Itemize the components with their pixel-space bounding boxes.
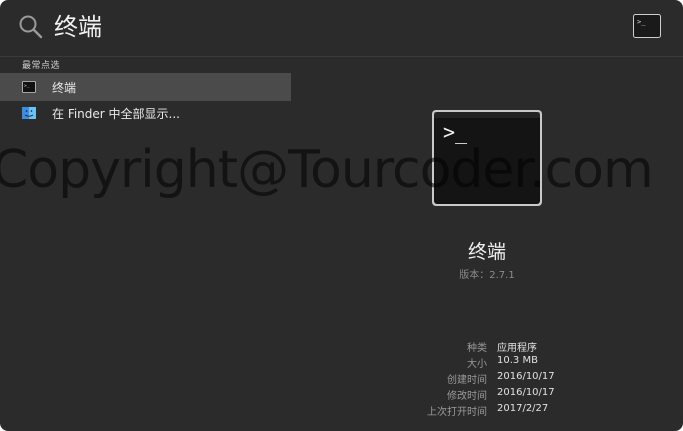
- result-label: 终端: [52, 80, 77, 95]
- terminal-icon: >_: [22, 81, 36, 93]
- app-name: 终端: [467, 241, 506, 263]
- meta-row-kind: 种类 应用程序: [291, 339, 683, 355]
- result-label: 在 Finder 中全部显示...: [52, 106, 180, 121]
- app-version: 版本：2.7.1: [459, 270, 515, 281]
- meta-key: 种类: [467, 343, 487, 354]
- meta-key: 修改时间: [447, 391, 487, 402]
- meta-value: 2016/10/17: [497, 371, 555, 382]
- meta-key: 创建时间: [447, 375, 487, 386]
- svg-text:>_: >_: [637, 18, 646, 26]
- finder-icon: [22, 107, 36, 119]
- result-item-terminal[interactable]: >_ 终端: [0, 73, 291, 101]
- meta-value: 2016/10/17: [497, 387, 555, 398]
- search-bar[interactable]: 终端 >_: [0, 0, 683, 56]
- meta-value: 2017/2/27: [497, 403, 549, 414]
- meta-row-last-opened: 上次打开时间 2017/2/27: [291, 403, 683, 419]
- meta-row-size: 大小 10.3 MB: [291, 355, 683, 371]
- meta-row-created: 创建时间 2016/10/17: [291, 371, 683, 387]
- meta-key: 大小: [467, 359, 487, 370]
- spotlight-window: 终端 >_ 最常点选 >_ 终端 在 Finder 中全部显示... >_ 终端…: [0, 0, 683, 431]
- result-item-show-in-finder[interactable]: 在 Finder 中全部显示...: [0, 99, 291, 127]
- meta-value: 10.3 MB: [497, 355, 538, 366]
- preview-pane: >_ 终端 版本：2.7.1 种类 应用程序 大小 10.3 MB 创建时间 2…: [291, 57, 683, 431]
- svg-text:>_: >_: [24, 84, 30, 89]
- results-list: 最常点选 >_ 终端 在 Finder 中全部显示...: [0, 57, 291, 431]
- terminal-icon: >_: [633, 14, 661, 38]
- meta-value: 应用程序: [497, 343, 537, 354]
- search-icon: [19, 15, 43, 39]
- meta-row-modified: 修改时间 2016/10/17: [291, 387, 683, 403]
- meta-key: 上次打开时间: [427, 407, 487, 418]
- section-title: 最常点选: [22, 61, 61, 71]
- watermark: Copyright@Tourcoder.com: [0, 140, 654, 200]
- search-input[interactable]: 终端: [54, 9, 102, 45]
